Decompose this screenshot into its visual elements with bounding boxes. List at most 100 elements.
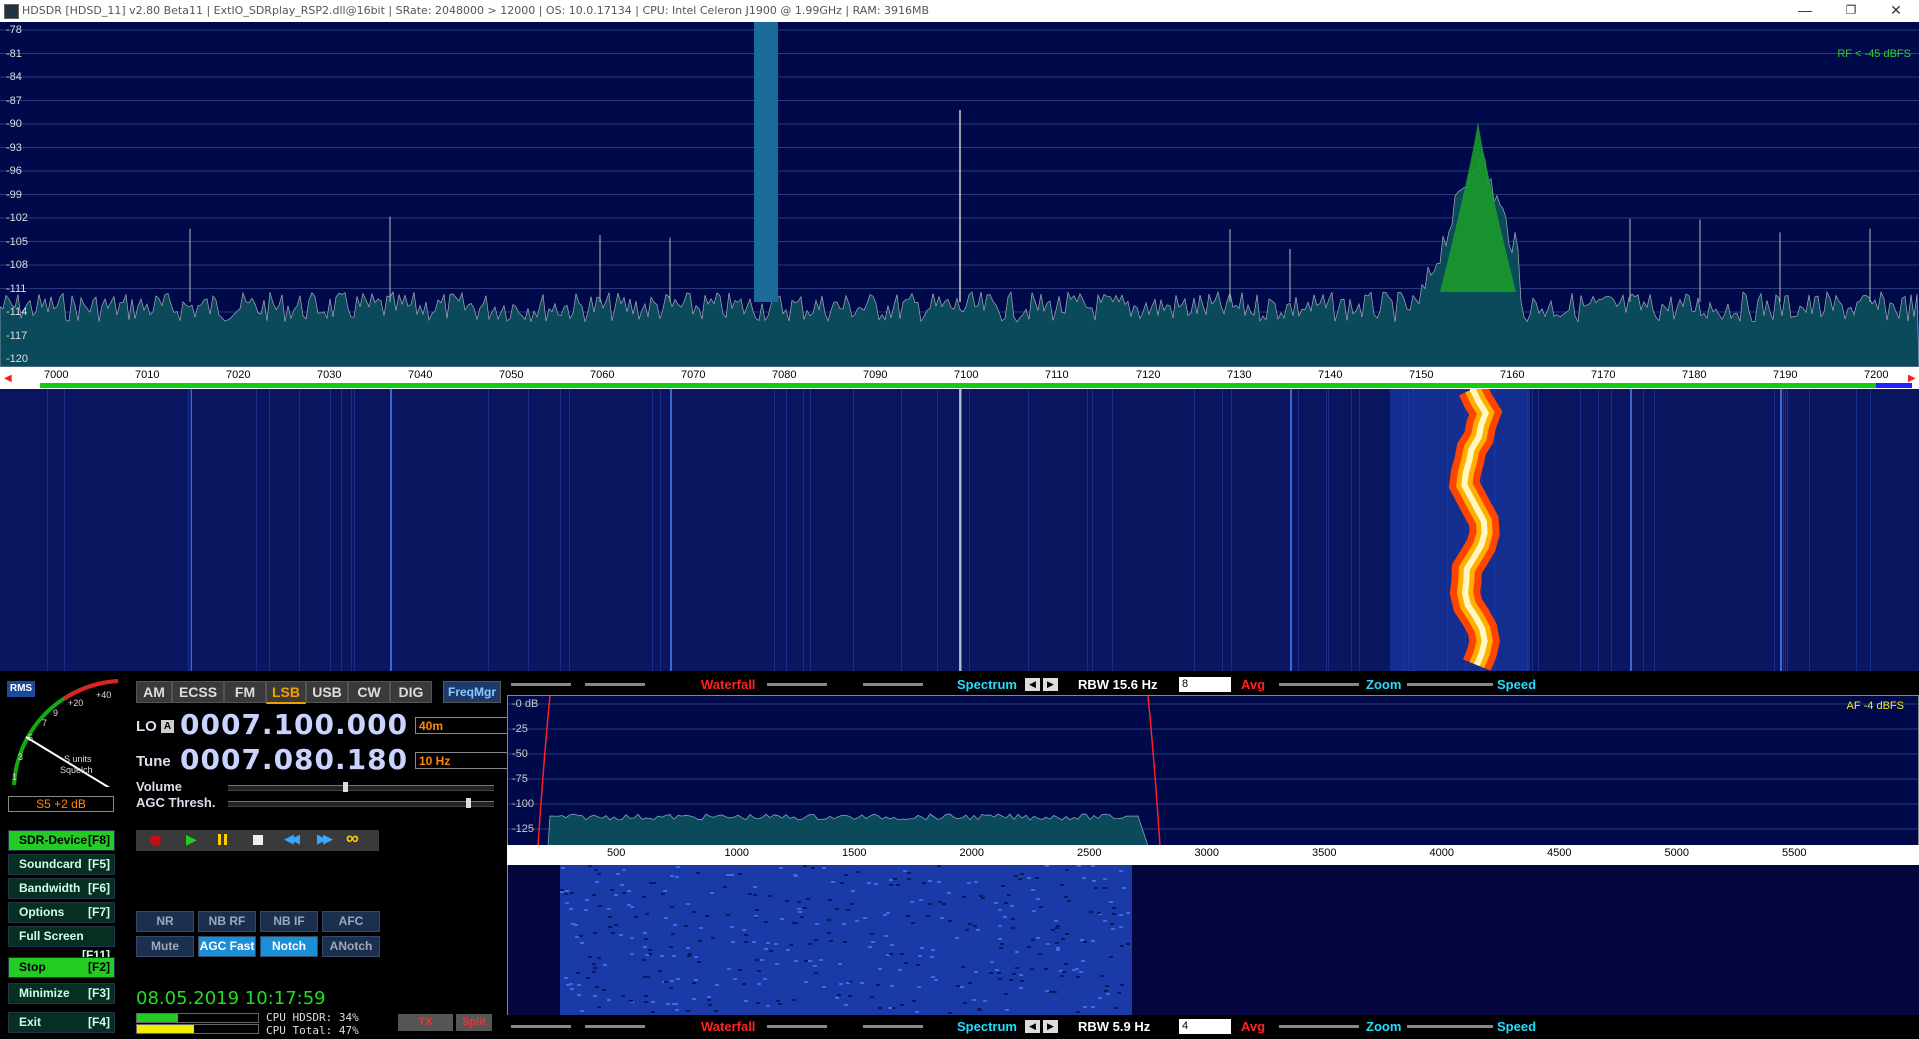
mode-button-lsb[interactable]: LSB [266, 681, 306, 704]
af-waterfall-noise [981, 897, 985, 899]
af-waterfall-noise [738, 969, 742, 971]
af-waterfall-noise [919, 899, 923, 901]
af-waterfall-noise [811, 867, 815, 869]
minimize-window-button[interactable]: — [1782, 0, 1828, 22]
af-waterfall-noise [1032, 910, 1036, 912]
fast-forward-icon[interactable]: ▶▶ [317, 831, 333, 847]
af-frequency-scale[interactable]: 500 1000 1500 2000 2500 3000 3500 4000 4500 5000 5… [507, 845, 1919, 865]
af-waterfall-noise [937, 865, 941, 867]
spectrum-brightness-slider[interactable] [863, 683, 923, 686]
rf-spectrum-display[interactable]: -78 -81 -84 -87 -90 -93 -96 -99 -102 -105 -108 -111… [0, 22, 1919, 367]
dsp-button-afc[interactable]: AFC [322, 911, 380, 932]
spectrum-contrast-slider[interactable] [767, 683, 827, 686]
squelch-label[interactable]: Squelch [60, 765, 93, 775]
af-waterfall-noise [1091, 940, 1095, 942]
af-waterfall-noise [912, 1000, 916, 1002]
volume-slider[interactable] [228, 782, 494, 792]
play-icon[interactable]: ▶ [186, 831, 197, 848]
af-waterfall-noise [785, 900, 789, 902]
af-rbw-increase-button[interactable]: ▶ [1043, 1020, 1058, 1033]
af-waterfall-noise [803, 907, 807, 909]
af-avg-select[interactable]: 4 [1179, 1019, 1231, 1034]
sidebar-button-soundcard[interactable]: Soundcard [F5] [8, 854, 115, 875]
split-button[interactable]: Split [456, 1014, 492, 1031]
vfo-a-badge[interactable]: A [161, 720, 174, 733]
af-waterfall-noise [645, 954, 649, 956]
waterfall-brightness-slider[interactable] [585, 683, 645, 686]
af-waterfall-noise [931, 976, 935, 978]
af-frequency-tick-label: 5500 [1782, 847, 1807, 859]
dsp-button-nr[interactable]: NR [136, 911, 194, 932]
mode-button-fm[interactable]: FM [224, 681, 266, 703]
pause-icon[interactable] [218, 834, 221, 845]
lo-frequency-display[interactable]: 0007.100.000 [180, 708, 408, 741]
af-spectrum-brightness-slider[interactable] [863, 1025, 923, 1028]
agc-threshold-slider[interactable] [228, 798, 494, 808]
dsp-button-notch[interactable]: Notch [260, 936, 318, 957]
sidebar-button-bandwidth[interactable]: Bandwidth [F6] [8, 878, 115, 899]
af-waterfall-noise [1010, 905, 1014, 907]
af-waterfall-noise [961, 966, 965, 968]
y-axis-label: -90 [6, 118, 22, 130]
sidebar-button-exit[interactable]: Exit [F4] [8, 1012, 115, 1033]
waterfall-noise-line [64, 389, 65, 671]
sidebar-button-full-screen[interactable]: Full Screen [F11] [8, 926, 115, 962]
tx-button[interactable]: TX [398, 1014, 453, 1031]
mode-button-cw[interactable]: CW [348, 681, 390, 703]
af-waterfall-noise [907, 878, 911, 880]
stop-icon[interactable] [253, 835, 263, 845]
af-waterfall-noise [730, 926, 734, 928]
af-waterfall-noise [1007, 894, 1011, 896]
af-zoom-slider[interactable] [1279, 1025, 1359, 1028]
dsp-button-mute[interactable]: Mute [136, 936, 194, 957]
dsp-button-agc-fast[interactable]: AGC Fast [198, 936, 256, 957]
mode-button-ecss[interactable]: ECSS [172, 681, 224, 703]
scroll-right-arrow-icon[interactable]: ▶ [1908, 373, 1916, 384]
volume-slider-thumb[interactable] [343, 782, 348, 792]
avg-select[interactable]: 8 [1179, 677, 1231, 692]
rf-waterfall-display[interactable] [0, 389, 1919, 671]
record-icon[interactable] [150, 835, 161, 846]
s-scale-5: 5 [28, 733, 34, 743]
dsp-button-anotch[interactable]: ANotch [322, 936, 380, 957]
af-speed-slider[interactable] [1407, 1025, 1493, 1028]
af-rbw-decrease-button[interactable]: ◀ [1025, 1020, 1040, 1033]
af-waterfall-display[interactable] [507, 865, 1919, 1015]
af-waterfall-contrast-slider[interactable] [511, 1025, 571, 1028]
sidebar-button-minimize[interactable]: Minimize [F3] [8, 983, 115, 1004]
sidebar-button-sdr-device[interactable]: SDR-Device [F8] [8, 830, 115, 851]
rbw-decrease-button[interactable]: ◀ [1025, 678, 1040, 691]
close-window-button[interactable]: ✕ [1873, 0, 1919, 22]
waterfall-contrast-slider[interactable] [511, 683, 571, 686]
speed-slider[interactable] [1407, 683, 1493, 686]
af-waterfall-noise [676, 866, 680, 868]
mode-button-dig[interactable]: DIG [390, 681, 432, 703]
af-waterfall-brightness-slider[interactable] [585, 1025, 645, 1028]
loop-icon[interactable]: ∞ [346, 828, 359, 849]
tune-frequency-display[interactable]: 0007.080.180 [180, 743, 408, 776]
freqmgr-button[interactable]: FreqMgr [443, 681, 501, 703]
dsp-button-nb-rf[interactable]: NB RF [198, 911, 256, 932]
restore-window-button[interactable]: ❐ [1828, 0, 1874, 22]
af-waterfall-noise [748, 893, 752, 895]
agc-threshold-slider-thumb[interactable] [466, 798, 471, 808]
af-spectrum-contrast-slider[interactable] [767, 1025, 827, 1028]
af-waterfall-noise [674, 1003, 678, 1005]
sidebar-button-stop[interactable]: Stop [F2] [8, 957, 115, 978]
mode-button-am[interactable]: AM [136, 681, 172, 703]
af-waterfall-noise [926, 915, 930, 917]
frequency-scale[interactable]: 7000 7010 7020 7030 7040 7050 7060 7070 7080 7090… [0, 367, 1919, 389]
mode-button-usb[interactable]: USB [306, 681, 348, 703]
af-waterfall-noise [753, 894, 757, 896]
af-waterfall-noise [968, 923, 972, 925]
scroll-left-arrow-icon[interactable]: ◀ [4, 373, 12, 384]
rewind-icon[interactable]: ◀◀ [284, 831, 300, 847]
af-waterfall-noise [614, 894, 618, 896]
af-spectrum-display[interactable]: -0 dB -25 -50 -75 -100 -125 AF -4 dBFS [507, 695, 1919, 865]
dsp-button-nb-if[interactable]: NB IF [260, 911, 318, 932]
rbw-increase-button[interactable]: ▶ [1043, 678, 1058, 691]
af-waterfall-noise [813, 965, 817, 967]
sidebar-button-options[interactable]: Options [F7] [8, 902, 115, 923]
af-waterfall-noise [1038, 953, 1042, 955]
zoom-slider[interactable] [1279, 683, 1359, 686]
